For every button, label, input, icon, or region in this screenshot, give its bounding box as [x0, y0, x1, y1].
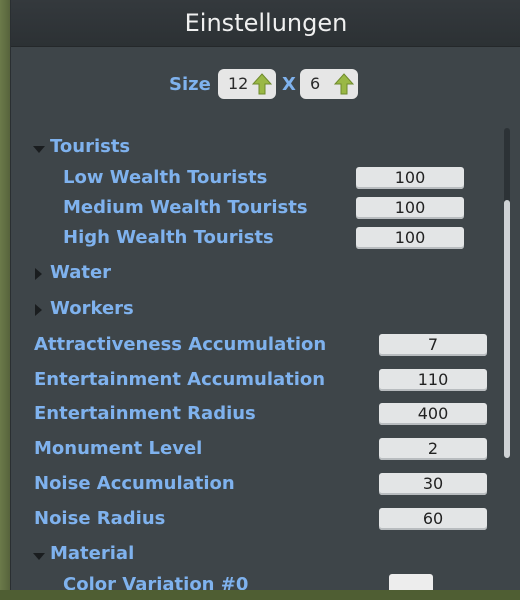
- setting-label: Entertainment Radius: [34, 403, 256, 424]
- setting-label: Noise Accumulation: [34, 473, 235, 494]
- setting-label: High Wealth Tourists: [63, 227, 274, 248]
- setting-row: Low Wealth Tourists 100: [11, 167, 501, 193]
- setting-row: Noise Radius 60: [11, 508, 501, 534]
- setting-row: High Wealth Tourists 100: [11, 227, 501, 253]
- window-title: Einstellungen: [184, 9, 348, 37]
- size-width-value: 12: [228, 74, 249, 93]
- setting-label: Attractiveness Accumulation: [34, 334, 327, 355]
- group-material-label: Material: [50, 543, 135, 564]
- setting-row: Color Variation #0: [11, 574, 501, 590]
- group-material[interactable]: Material: [11, 543, 501, 569]
- setting-value-field[interactable]: 100: [356, 197, 464, 219]
- setting-label: Noise Radius: [34, 508, 166, 529]
- up-arrow-icon[interactable]: [252, 73, 272, 95]
- settings-panel: Einstellungen Size 12 X 6 Tourists Low W…: [10, 0, 520, 590]
- size-width-field[interactable]: 12: [218, 69, 276, 99]
- setting-row: Entertainment Radius 400: [11, 403, 501, 429]
- setting-value-field[interactable]: 30: [379, 473, 487, 495]
- setting-label: Medium Wealth Tourists: [63, 197, 308, 218]
- group-tourists[interactable]: Tourists: [11, 136, 501, 162]
- up-arrow-icon[interactable]: [334, 73, 354, 95]
- color-swatch[interactable]: [389, 574, 433, 590]
- setting-value-field[interactable]: 2: [379, 438, 487, 460]
- size-label: Size: [169, 74, 211, 95]
- setting-label: Entertainment Accumulation: [34, 369, 326, 390]
- size-height-field[interactable]: 6: [300, 69, 358, 99]
- triangle-right-icon[interactable]: [35, 304, 42, 316]
- setting-label: Color Variation #0: [63, 574, 249, 590]
- size-row: Size 12 X 6: [11, 69, 520, 101]
- triangle-right-icon[interactable]: [35, 268, 42, 280]
- group-workers[interactable]: Workers: [11, 298, 501, 324]
- setting-row: Monument Level 2: [11, 438, 501, 464]
- group-water-label: Water: [50, 262, 112, 283]
- background-scene-bottom: [0, 590, 520, 600]
- setting-value-field[interactable]: 110: [379, 369, 487, 391]
- setting-label: Low Wealth Tourists: [63, 167, 268, 188]
- title-bar[interactable]: Einstellungen: [11, 0, 520, 47]
- scrollbar[interactable]: [504, 128, 510, 458]
- triangle-down-icon[interactable]: [33, 146, 45, 153]
- setting-value-field[interactable]: 7: [379, 334, 487, 356]
- setting-value-field[interactable]: 100: [356, 167, 464, 189]
- setting-value-field[interactable]: 100: [356, 227, 464, 249]
- size-separator: X: [282, 74, 296, 95]
- scrollbar-thumb[interactable]: [504, 200, 510, 458]
- setting-value-field[interactable]: 400: [379, 403, 487, 425]
- group-tourists-label: Tourists: [50, 136, 131, 157]
- setting-row: Attractiveness Accumulation 7: [11, 334, 501, 360]
- group-workers-label: Workers: [50, 298, 134, 319]
- setting-label: Monument Level: [34, 438, 203, 459]
- setting-row: Entertainment Accumulation 110: [11, 369, 501, 395]
- size-height-value: 6: [310, 74, 321, 93]
- group-water[interactable]: Water: [11, 262, 501, 288]
- setting-value-field[interactable]: 60: [379, 508, 487, 530]
- triangle-down-icon[interactable]: [33, 553, 45, 560]
- setting-row: Noise Accumulation 30: [11, 473, 501, 499]
- setting-row: Medium Wealth Tourists 100: [11, 197, 501, 223]
